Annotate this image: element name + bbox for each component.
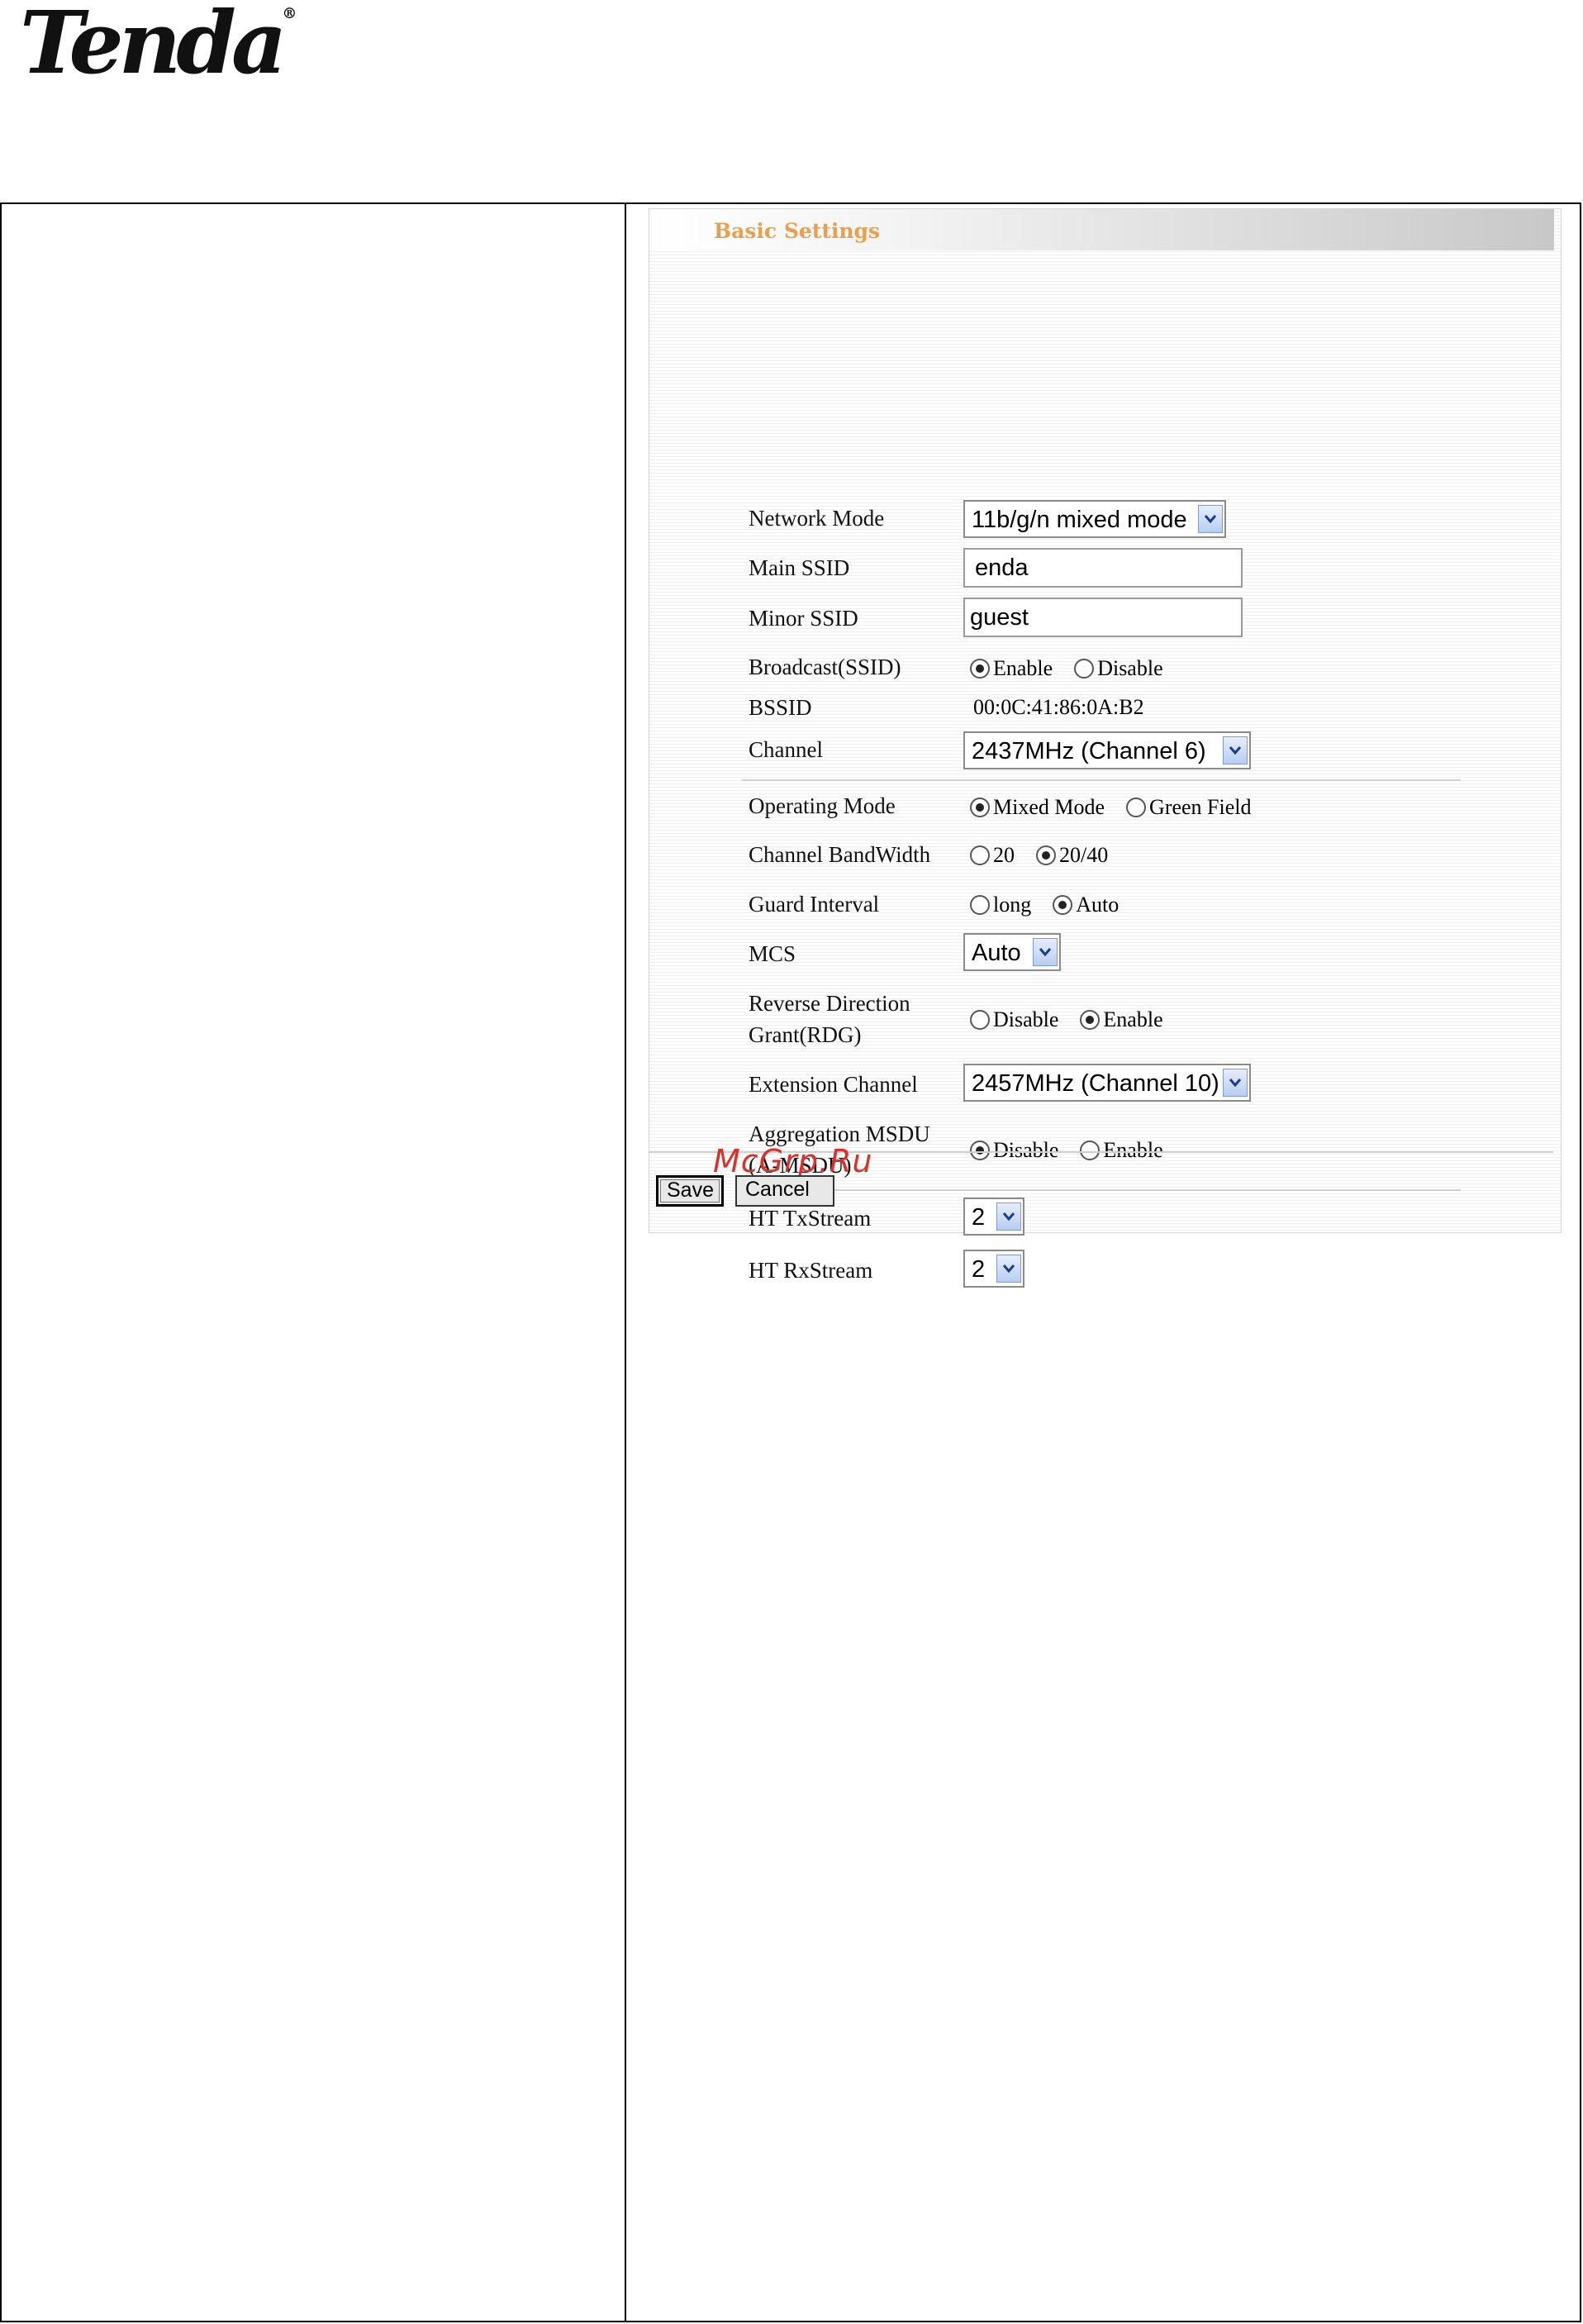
panel-header: Basic Settings bbox=[649, 209, 1554, 250]
watermark-text: McGrp.Ru bbox=[713, 1143, 873, 1179]
channel-bandwidth-label: Channel BandWidth bbox=[749, 842, 931, 867]
main-ssid-input[interactable] bbox=[965, 550, 1241, 586]
basic-settings-panel: Basic Settings Network Mode 11b/g/n mixe… bbox=[649, 208, 1562, 1288]
network-mode-label: Network Mode bbox=[749, 506, 885, 531]
rdg-disable-radio[interactable] bbox=[970, 1010, 990, 1030]
bandwidth-20-40-radio[interactable] bbox=[1036, 845, 1056, 865]
chevron-down-icon[interactable] bbox=[996, 1255, 1021, 1283]
section-divider bbox=[742, 779, 1461, 781]
network-mode-select[interactable]: 11b/g/n mixed mode bbox=[963, 500, 1226, 538]
guard-auto-radio[interactable] bbox=[1053, 895, 1073, 915]
extension-channel-label: Extension Channel bbox=[749, 1072, 918, 1097]
save-button[interactable]: Save bbox=[656, 1175, 724, 1207]
cancel-button[interactable]: Cancel bbox=[735, 1175, 834, 1207]
guard-interval-radios: long Auto bbox=[970, 893, 1140, 917]
main-ssid-label: Main SSID bbox=[749, 555, 850, 580]
mixed-mode-radio[interactable] bbox=[970, 798, 990, 817]
chevron-down-icon[interactable] bbox=[1198, 505, 1223, 533]
main-ssid-field[interactable] bbox=[963, 548, 1243, 588]
minor-ssid-input[interactable] bbox=[965, 599, 1241, 636]
tenda-logo: Tenda® bbox=[20, 0, 297, 93]
amsdu-enable-radio[interactable] bbox=[1080, 1141, 1100, 1160]
minor-ssid-field[interactable] bbox=[963, 598, 1243, 637]
mcs-select[interactable]: Auto bbox=[963, 933, 1061, 971]
amsdu-radios: Disable Enable bbox=[970, 1138, 1185, 1163]
rdg-label-line1: Reverse Direction bbox=[749, 991, 910, 1016]
registered-mark: ® bbox=[282, 5, 297, 22]
operating-mode-label: Operating Mode bbox=[749, 793, 896, 818]
ht-txstream-select[interactable]: 2 bbox=[963, 1198, 1024, 1236]
green-field-radio[interactable] bbox=[1126, 798, 1147, 817]
rdg-enable-radio[interactable] bbox=[1080, 1010, 1100, 1030]
ht-rxstream-label: HT RxStream bbox=[749, 1258, 873, 1283]
guard-interval-label: Guard Interval bbox=[749, 892, 880, 917]
ht-rxstream-select[interactable]: 2 bbox=[963, 1250, 1024, 1288]
broadcast-enable-radio[interactable] bbox=[970, 659, 990, 679]
channel-select[interactable]: 2437MHz (Channel 6) bbox=[963, 731, 1251, 769]
amsdu-disable-radio[interactable] bbox=[970, 1141, 990, 1160]
bandwidth-20-radio[interactable] bbox=[970, 845, 990, 865]
channel-bandwidth-radios: 20 20/40 bbox=[970, 843, 1129, 868]
channel-label: Channel bbox=[749, 737, 823, 762]
panel-title: Basic Settings bbox=[714, 219, 881, 243]
extension-channel-select[interactable]: 2457MHz (Channel 10) bbox=[963, 1064, 1251, 1102]
rdg-label-line2: Grant(RDG) bbox=[749, 1022, 862, 1047]
rdg-radios: Disable Enable bbox=[970, 1007, 1185, 1032]
chevron-down-icon[interactable] bbox=[996, 1202, 1021, 1231]
ht-txstream-label: HT TxStream bbox=[749, 1206, 872, 1231]
operating-mode-radios: Mixed Mode Green Field bbox=[970, 795, 1273, 820]
chevron-down-icon[interactable] bbox=[1223, 1069, 1248, 1097]
broadcast-ssid-radios: Enable Disable bbox=[970, 656, 1185, 681]
table-column-divider bbox=[625, 204, 626, 2321]
chevron-down-icon[interactable] bbox=[1033, 938, 1058, 966]
chevron-down-icon[interactable] bbox=[1223, 736, 1248, 764]
bssid-value: 00:0C:41:86:0A:B2 bbox=[973, 695, 1144, 719]
broadcast-disable-radio[interactable] bbox=[1074, 659, 1095, 679]
mcs-label: MCS bbox=[749, 941, 796, 966]
guard-long-radio[interactable] bbox=[970, 895, 990, 915]
broadcast-ssid-label: Broadcast(SSID) bbox=[749, 655, 901, 679]
minor-ssid-label: Minor SSID bbox=[749, 606, 858, 631]
section-divider bbox=[742, 1189, 1461, 1191]
bssid-label: BSSID bbox=[749, 695, 812, 720]
